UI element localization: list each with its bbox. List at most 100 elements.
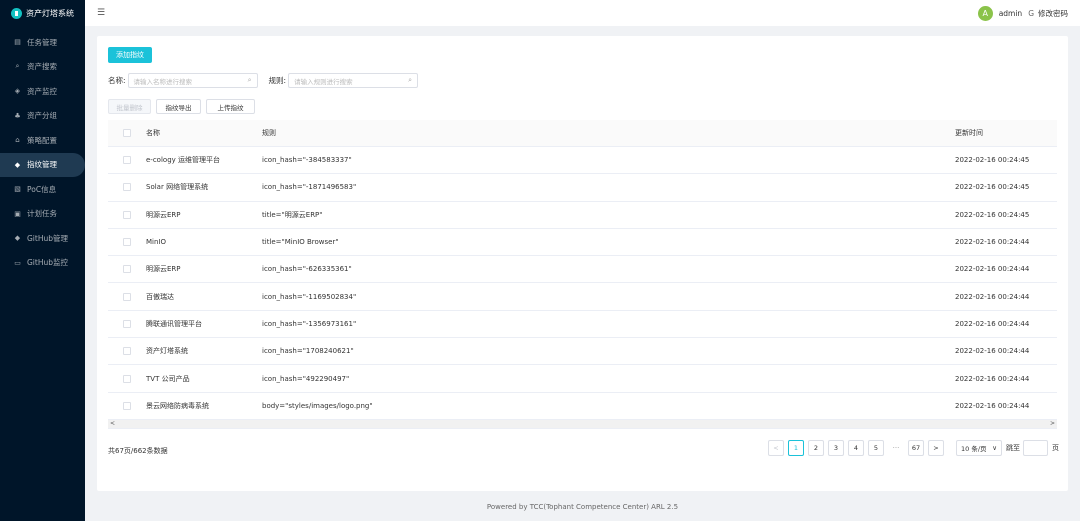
row-select-cell <box>108 347 146 356</box>
select-all-checkbox[interactable] <box>123 129 131 137</box>
user-area: A admin G 修改密码 <box>977 5 1068 21</box>
sidebar-item-asset-search[interactable]: ⌕ 资产搜索 <box>0 55 85 80</box>
row-name: 明源云ERP <box>146 210 181 219</box>
row-checkbox[interactable] <box>123 374 131 383</box>
jump-page-input[interactable] <box>1023 440 1048 456</box>
table-body: e-cology 运维管理平台 icon_hash="-384583337" 202… <box>108 147 1057 420</box>
jump-label: 跳至 <box>1006 444 1020 452</box>
page-4-button[interactable]: 4 <box>848 440 864 456</box>
rule-search-input[interactable]: 请输入规则进行搜索 ⌕ <box>288 73 419 88</box>
sidebar-item-poc[interactable]: ▧ PoC信息 <box>0 177 85 202</box>
sidebar-item-label: 任务管理 <box>27 37 57 47</box>
table-row[interactable]: 明源云ERP title="明源云ERP" 2022-02-16 00:24:45 <box>108 202 1057 229</box>
row-select-cell <box>108 183 146 192</box>
row-time: 2022-02-16 00:24:44 <box>955 374 1030 383</box>
row-checkbox[interactable] <box>123 183 131 192</box>
content-card: 添加指纹 名称: 请输入名称进行搜索 ⌕ 规则: 请输入规则进行搜索 ⌕ 批量删… <box>97 36 1068 491</box>
col-rule-header[interactable]: 规则 <box>262 128 955 138</box>
row-checkbox[interactable] <box>123 238 131 247</box>
sidebar-item-label: 资产分组 <box>27 111 57 121</box>
row-time: 2022-02-16 00:24:44 <box>955 265 1030 274</box>
row-checkbox[interactable] <box>123 156 131 165</box>
tag-icon: ◆ <box>14 160 21 169</box>
page-suffix-label: 页 <box>1052 444 1059 452</box>
row-rule: icon_hash="-626335361" <box>262 265 352 274</box>
schedule-icon: ▣ <box>14 209 21 218</box>
rule-filter-label: 规则: <box>268 76 287 85</box>
cluster-icon: ♣ <box>14 111 21 120</box>
select-all-cell <box>108 129 146 137</box>
scroll-left-icon[interactable]: < <box>110 420 115 427</box>
sidebar-item-github-manage[interactable]: ◆ GitHub管理 <box>0 226 85 251</box>
table-row[interactable]: e-cology 运维管理平台 icon_hash="-384583337" 202… <box>108 147 1057 175</box>
last-page-button[interactable]: 67 <box>908 440 924 456</box>
sidebar-item-asset-groups[interactable]: ♣ 资产分组 <box>0 104 85 129</box>
add-fingerprint-button[interactable]: 添加指纹 <box>108 47 152 63</box>
row-select-cell <box>108 238 146 247</box>
page-1-button[interactable]: 1 <box>788 440 804 456</box>
sidebar-item-label: 资产监控 <box>27 86 57 96</box>
export-fingerprint-button[interactable]: 指纹导出 <box>156 99 201 114</box>
row-select-cell <box>108 292 146 301</box>
row-rule: body="styles/images/logo.png" <box>262 401 373 410</box>
sidebar-item-github-monitor[interactable]: ▭ GitHub监控 <box>0 251 85 276</box>
table-row[interactable]: TVT 公司产品 icon_hash="492290497" 2022-02-16 … <box>108 365 1057 393</box>
table-row[interactable]: 腾联通讯管理平台 icon_hash="-1356973161" 2022-02-1… <box>108 311 1057 339</box>
change-password-link[interactable]: 修改密码 <box>1038 8 1068 19</box>
row-checkbox[interactable] <box>123 401 131 410</box>
table-header: 名称 规则 更新时间 <box>108 120 1057 147</box>
total-count: 共67页/662条数据 <box>108 447 168 455</box>
row-checkbox[interactable] <box>123 347 131 356</box>
sidebar-item-tasks[interactable]: ▤ 任务管理 <box>0 30 85 55</box>
menu-toggle-icon[interactable]: ☰ <box>97 8 105 18</box>
row-select-cell <box>108 265 146 274</box>
upload-fingerprint-button[interactable]: 上传指纹 <box>206 99 255 114</box>
sidebar-item-label: PoC信息 <box>27 184 57 194</box>
horizontal-scrollbar[interactable]: < > <box>108 419 1057 429</box>
row-checkbox[interactable] <box>123 319 131 328</box>
prev-page-button[interactable]: < <box>768 440 784 456</box>
username[interactable]: admin <box>999 9 1023 18</box>
row-time: 2022-02-16 00:24:44 <box>955 238 1030 247</box>
table-row[interactable]: 资产灯塔系统 icon_hash="1708240621" 2022-02-16 0… <box>108 338 1057 366</box>
name-filter-label: 名称: <box>108 76 126 85</box>
row-checkbox[interactable] <box>123 210 131 219</box>
sidebar-item-label: GitHub管理 <box>27 233 68 243</box>
col-name-header[interactable]: 名称 <box>146 128 262 138</box>
file-icon: ▧ <box>14 185 21 194</box>
table-row[interactable]: Solar 网络管理系统 icon_hash="-1871496583" 2022-… <box>108 174 1057 202</box>
table-row[interactable]: MinIO title="MinIO Browser" 2022-02-16 00:… <box>108 229 1057 257</box>
sidebar-item-policy[interactable]: ⌂ 策略配置 <box>0 128 85 153</box>
sidebar-item-schedule[interactable]: ▣ 计划任务 <box>0 202 85 227</box>
table-row[interactable]: 明源云ERP icon_hash="-626335361" 2022-02-16 0… <box>108 256 1057 284</box>
sidebar-item-fingerprints[interactable]: ◆ 指纹管理 <box>0 152 85 177</box>
row-time: 2022-02-16 00:24:45 <box>955 156 1030 165</box>
avatar[interactable]: A <box>977 5 993 21</box>
lighthouse-icon <box>11 7 22 19</box>
col-time-header[interactable]: 更新时间 <box>955 128 1057 138</box>
pagination: < 1 2 3 4 5 ··· 67 > 10 条/页 ∨ 跳至 页 <box>768 440 1062 456</box>
scroll-right-icon[interactable]: > <box>1050 420 1055 427</box>
pagination-ellipsis[interactable]: ··· <box>888 444 904 452</box>
app-logo[interactable]: 资产灯塔系统 <box>0 0 85 26</box>
page-size-select[interactable]: 10 条/页 ∨ <box>956 440 1002 456</box>
page-5-button[interactable]: 5 <box>868 440 884 456</box>
fingerprint-table: 名称 规则 更新时间 e-cology 运维管理平台 icon_hash="-38… <box>108 120 1057 429</box>
sidebar-item-label: 资产搜索 <box>27 62 57 72</box>
row-checkbox[interactable] <box>123 265 131 274</box>
row-select-cell <box>108 319 146 328</box>
table-row[interactable]: 百傲瑞达 icon_hash="-1169502834" 2022-02-16 00… <box>108 283 1057 311</box>
page-3-button[interactable]: 3 <box>828 440 844 456</box>
key-icon: G <box>1028 8 1034 18</box>
row-checkbox[interactable] <box>123 292 131 301</box>
row-rule: icon_hash="-1169502834" <box>262 292 357 301</box>
table-row[interactable]: 景云网络防病毒系统 body="styles/images/logo.png" 20… <box>108 393 1057 420</box>
row-rule: icon_hash="-384583337" <box>262 156 352 165</box>
sidebar-item-asset-monitor[interactable]: ◈ 资产监控 <box>0 79 85 104</box>
row-select-cell <box>108 374 146 383</box>
page-2-button[interactable]: 2 <box>808 440 824 456</box>
row-name: 资产灯塔系统 <box>146 347 188 356</box>
batch-delete-button[interactable]: 批量删除 <box>108 99 151 114</box>
next-page-button[interactable]: > <box>928 440 944 456</box>
name-search-input[interactable]: 请输入名称进行搜索 ⌕ <box>127 73 258 88</box>
